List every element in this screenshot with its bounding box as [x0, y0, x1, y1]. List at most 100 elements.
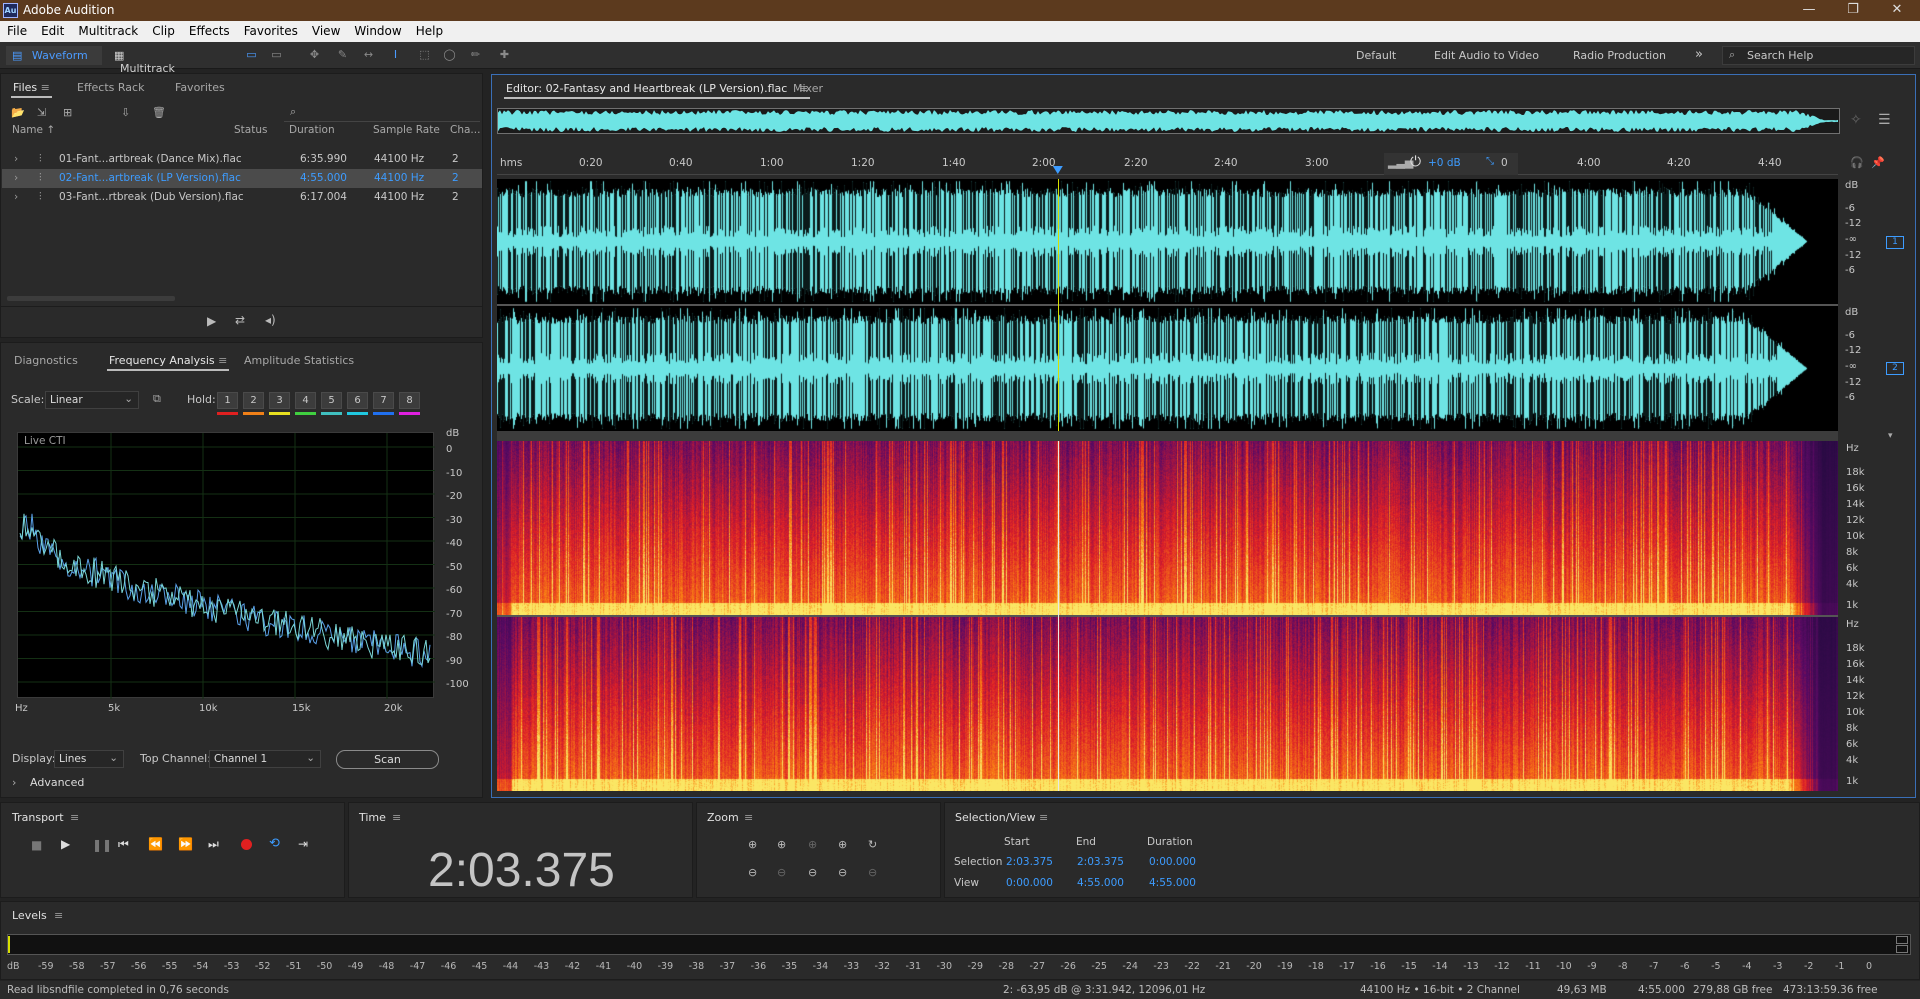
spot-healing-tool-icon[interactable]: ✚ — [496, 47, 513, 63]
import-file-icon[interactable]: ⇲ — [37, 106, 46, 119]
move-tool-icon[interactable]: ✥ — [306, 47, 323, 63]
time-display[interactable]: 2:03.375 — [428, 843, 615, 898]
workspace-edit-audio-to-video[interactable]: Edit Audio to Video — [1434, 49, 1539, 62]
panel-menu-icon[interactable]: ≡ — [70, 811, 79, 824]
gain-knob-icon[interactable]: ⏻ — [1410, 154, 1421, 170]
overview-navigator[interactable] — [497, 108, 1840, 134]
channel-1-badge[interactable]: 1 — [1886, 236, 1904, 249]
editor-settings-icon[interactable]: ☰ — [1878, 112, 1891, 128]
panel-menu-icon[interactable]: ≡ — [218, 354, 227, 367]
menu-view[interactable]: View — [305, 21, 347, 38]
clip-indicator-left[interactable] — [1896, 936, 1908, 944]
hold-button-3[interactable]: 3 — [269, 392, 290, 409]
zoom-in-right-icon[interactable]: ⊕ — [838, 838, 847, 851]
waveform-channel-2[interactable] — [497, 306, 1838, 431]
insert-into-multitrack-icon[interactable]: ⇩ — [121, 106, 130, 119]
pin-icon[interactable]: 📌 — [1871, 156, 1885, 169]
panel-menu-icon[interactable]: ≡ — [54, 909, 63, 922]
files-search-input[interactable]: ⌕ — [284, 104, 480, 122]
skip-to-end-icon[interactable]: ⏭ — [208, 837, 219, 852]
file-row-selected[interactable]: › ⫶ 02-Fant...artbreak (LP Version).flac… — [2, 169, 482, 188]
selection-duration[interactable]: 0:00.000 — [1149, 856, 1196, 868]
delete-file-icon[interactable]: 🗑 — [152, 106, 166, 119]
scale-select[interactable]: Linear ⌄ — [45, 391, 139, 409]
headphones-icon[interactable]: 🎧 — [1850, 156, 1864, 169]
skip-selection-icon[interactable]: ⇥ — [298, 837, 308, 851]
playhead-cti[interactable] — [1052, 166, 1063, 791]
menu-favorites[interactable]: Favorites — [237, 21, 305, 38]
zoom-out-full-icon[interactable]: ⊖ — [838, 866, 847, 879]
lasso-tool-icon[interactable]: ◯ — [441, 47, 458, 63]
clip-indicator-right[interactable] — [1896, 945, 1908, 953]
tab-files[interactable]: Files ≡ — [5, 74, 58, 98]
zoom-reset-icon[interactable]: ✧ — [1850, 112, 1862, 128]
panel-menu-icon[interactable]: ≡ — [41, 81, 50, 94]
waveform-channel-1[interactable] — [497, 179, 1838, 304]
zoom-to-selection-icon[interactable]: ⊖ — [868, 866, 877, 879]
brush-tool-icon[interactable]: ✏ — [467, 47, 484, 63]
tab-editor[interactable]: Editor: 02-Fantasy and Heartbreak (LP Ve… — [498, 75, 816, 99]
tab-frequency-analysis[interactable]: Frequency Analysis ≡ — [101, 347, 235, 371]
hold-button-2[interactable]: 2 — [243, 392, 264, 409]
open-file-icon[interactable]: 📂 — [11, 106, 25, 119]
preview-play-icon[interactable]: ▶ — [207, 314, 216, 328]
view-duration[interactable]: 4:55.000 — [1149, 877, 1196, 889]
horizontal-scrollbar[interactable] — [7, 296, 175, 301]
copy-to-clipboard-icon[interactable]: ⧉ — [153, 392, 161, 406]
selection-start[interactable]: 2:03.375 — [1006, 856, 1053, 868]
col-status[interactable]: Status — [234, 124, 267, 136]
hold-button-8[interactable]: 8 — [399, 392, 420, 409]
pause-icon[interactable]: ❚❚ — [92, 838, 112, 852]
zoom-selection-icon[interactable]: ⊖ — [808, 866, 817, 879]
col-channels[interactable]: Cha... — [450, 124, 480, 136]
display-select[interactable]: Lines ⌄ — [54, 750, 124, 768]
rewind-icon[interactable]: ⏪ — [148, 837, 163, 851]
auto-play-icon[interactable]: ◂) — [265, 313, 276, 327]
col-sample-rate[interactable]: Sample Rate — [373, 124, 440, 136]
zoom-in-left-icon[interactable]: ⊕ — [808, 838, 817, 851]
hold-button-6[interactable]: 6 — [347, 392, 368, 409]
view-start[interactable]: 0:00.000 — [1006, 877, 1053, 889]
razor-tool-icon[interactable]: ✎ — [334, 47, 351, 63]
workspace-radio-production[interactable]: Radio Production — [1573, 49, 1666, 62]
tab-amplitude-statistics[interactable]: Amplitude Statistics — [236, 347, 362, 371]
file-row[interactable]: › ⫶ 03-Fant...rtbreak (Dub Version).flac… — [2, 188, 482, 207]
gain-value[interactable]: +0 dB — [1428, 157, 1461, 169]
more-workspaces-button[interactable]: » — [1695, 47, 1703, 62]
menu-file[interactable]: File — [0, 21, 34, 38]
tab-mixer[interactable]: Mixer — [785, 75, 831, 99]
tab-effects-rack[interactable]: Effects Rack — [69, 74, 152, 98]
panel-menu-icon[interactable]: ≡ — [1039, 811, 1048, 824]
menu-window[interactable]: Window — [347, 21, 408, 38]
top-channel-select[interactable]: Channel 1 ⌄ — [209, 750, 321, 768]
skip-to-start-icon[interactable]: ⏮ — [118, 837, 129, 852]
menu-effects[interactable]: Effects — [182, 21, 237, 38]
scan-button[interactable]: Scan — [336, 750, 439, 769]
col-duration[interactable]: Duration — [289, 124, 335, 136]
panel-menu-icon[interactable]: ≡ — [392, 811, 401, 824]
search-help-field[interactable]: ⌕ Search Help — [1722, 46, 1915, 65]
expand-chevron-icon[interactable]: › — [14, 153, 18, 165]
tab-favorites[interactable]: Favorites — [167, 74, 233, 98]
spectral-display-icon[interactable]: ▭ — [243, 47, 260, 63]
zoom-in-amplitude-icon[interactable]: ⊕ — [748, 838, 757, 851]
tab-diagnostics[interactable]: Diagnostics — [6, 347, 86, 371]
multitrack-view-button[interactable]: ▦ Multitrack — [108, 46, 192, 75]
panel-menu-icon[interactable]: ≡ — [744, 811, 753, 824]
fast-forward-icon[interactable]: ⏩ — [178, 837, 193, 851]
col-name[interactable]: Name ↑ — [12, 124, 55, 136]
waveform-view-button[interactable]: ▤ Waveform — [6, 46, 102, 65]
advanced-chevron-icon[interactable]: › — [12, 776, 16, 789]
slip-tool-icon[interactable]: ↔ — [360, 47, 377, 63]
zoom-out-time-icon[interactable]: ⊖ — [777, 866, 786, 879]
hold-button-1[interactable]: 1 — [217, 392, 238, 409]
stop-icon[interactable]: ■ — [31, 838, 42, 852]
menu-multitrack[interactable]: Multitrack — [71, 21, 145, 38]
loop-playback-icon[interactable]: ⟲ — [269, 836, 280, 851]
record-icon[interactable] — [241, 839, 252, 850]
workspace-default[interactable]: Default — [1356, 49, 1396, 62]
menu-help[interactable]: Help — [409, 21, 450, 38]
expand-chevron-icon[interactable]: › — [14, 191, 18, 203]
hold-button-7[interactable]: 7 — [373, 392, 394, 409]
time-ruler[interactable] — [497, 153, 1838, 175]
